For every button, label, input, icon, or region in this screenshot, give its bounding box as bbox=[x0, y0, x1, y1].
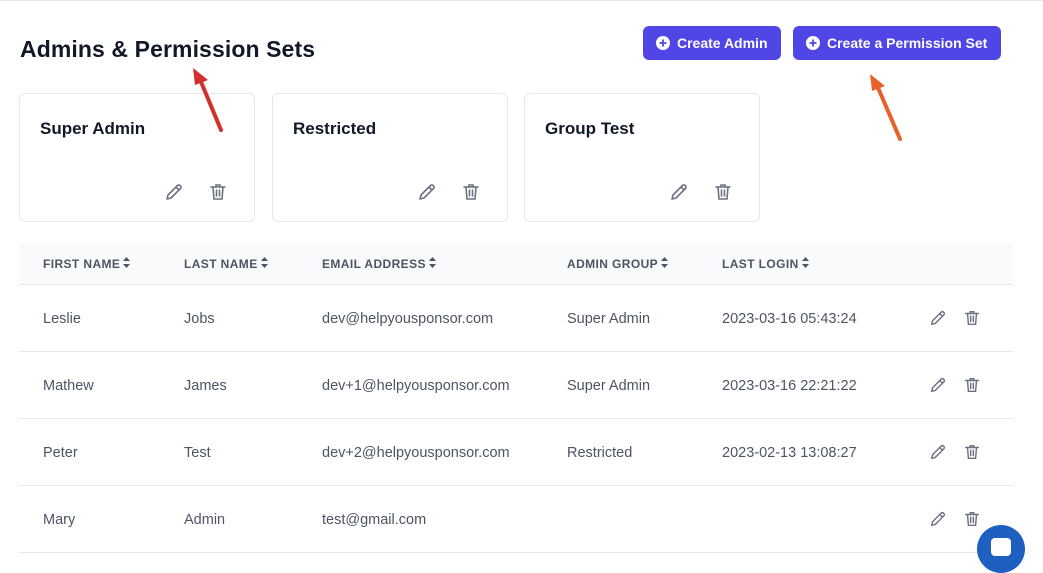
cell-last-name: Test bbox=[184, 445, 211, 461]
page-title: Admins & Permission Sets bbox=[20, 36, 316, 62]
pencil-icon[interactable] bbox=[929, 376, 947, 399]
orange-annotation-arrow bbox=[870, 74, 902, 141]
column-header-first-name[interactable]: FIRST NAME bbox=[43, 257, 131, 271]
permission-set-name: Restricted bbox=[293, 119, 377, 138]
cell-admin-group: Super Admin bbox=[567, 378, 651, 394]
cell-last-name: Admin bbox=[184, 512, 226, 528]
cell-first-name: Peter bbox=[43, 445, 78, 461]
table-row: Mathew James dev+1@helpyousponsor.com Su… bbox=[19, 352, 1013, 419]
column-header-admin-group[interactable]: ADMIN GROUP bbox=[567, 257, 669, 271]
pencil-icon[interactable] bbox=[669, 182, 689, 207]
pencil-icon[interactable] bbox=[164, 182, 184, 207]
cell-first-name: Mathew bbox=[43, 378, 94, 394]
sort-icon bbox=[661, 257, 669, 271]
table-row: Leslie Jobs dev@helpyousponsor.com Super… bbox=[19, 285, 1013, 352]
sort-icon bbox=[123, 257, 131, 271]
permission-set-card: Super Admin bbox=[19, 93, 255, 222]
pencil-icon[interactable] bbox=[929, 443, 947, 466]
trash-icon[interactable] bbox=[963, 309, 981, 332]
sort-icon bbox=[260, 257, 268, 271]
table-row: Peter Test dev+2@helpyousponsor.com Rest… bbox=[19, 419, 1013, 486]
trash-icon[interactable] bbox=[963, 443, 981, 466]
top-border bbox=[0, 0, 1043, 1]
pencil-icon[interactable] bbox=[929, 309, 947, 332]
trash-icon[interactable] bbox=[713, 182, 733, 207]
create-admin-label: Create Admin bbox=[677, 35, 768, 51]
column-header-last-login[interactable]: LAST LOGIN bbox=[722, 257, 809, 271]
cell-admin-group: Super Admin bbox=[567, 311, 651, 327]
cell-first-name: Leslie bbox=[43, 311, 81, 327]
pencil-icon[interactable] bbox=[929, 510, 947, 533]
permission-set-name: Super Admin bbox=[40, 119, 146, 138]
cell-last-name: Jobs bbox=[184, 311, 215, 327]
cell-email: test@gmail.com bbox=[322, 512, 427, 528]
cell-email: dev+1@helpyousponsor.com bbox=[322, 378, 510, 394]
trash-icon[interactable] bbox=[963, 510, 981, 533]
table-header: FIRST NAME LAST NAME EMAIL ADDRESS ADMIN… bbox=[19, 243, 1013, 285]
create-admin-button[interactable]: Create Admin bbox=[643, 26, 781, 60]
create-permission-set-label: Create a Permission Set bbox=[827, 35, 988, 51]
cell-first-name: Mary bbox=[43, 512, 76, 528]
column-header-last-name[interactable]: LAST NAME bbox=[184, 257, 268, 271]
sort-icon bbox=[801, 257, 809, 271]
permission-set-card: Restricted bbox=[272, 93, 508, 222]
sort-icon bbox=[428, 257, 436, 271]
permission-set-card: Group Test bbox=[524, 93, 760, 222]
cell-admin-group: Restricted bbox=[567, 445, 633, 461]
column-header-email[interactable]: EMAIL ADDRESS bbox=[322, 257, 436, 271]
trash-icon[interactable] bbox=[461, 182, 481, 207]
trash-icon[interactable] bbox=[963, 376, 981, 399]
chat-icon bbox=[991, 538, 1011, 556]
cell-email: dev@helpyousponsor.com bbox=[322, 311, 494, 327]
cell-email: dev+2@helpyousponsor.com bbox=[322, 445, 510, 461]
pencil-icon[interactable] bbox=[417, 182, 437, 207]
trash-icon[interactable] bbox=[208, 182, 228, 207]
cell-last-login: 2023-03-16 22:21:22 bbox=[722, 378, 857, 394]
permission-set-name: Group Test bbox=[545, 119, 635, 138]
create-permission-set-button[interactable]: Create a Permission Set bbox=[793, 26, 1001, 60]
cell-last-login: 2023-03-16 05:43:24 bbox=[722, 311, 857, 327]
chat-widget-button[interactable] bbox=[977, 525, 1025, 573]
cell-last-name: James bbox=[184, 378, 227, 394]
plus-circle-icon bbox=[806, 36, 820, 50]
cell-last-login: 2023-02-13 13:08:27 bbox=[722, 445, 857, 461]
table-row: Mary Admin test@gmail.com bbox=[19, 486, 1013, 553]
plus-circle-icon bbox=[656, 36, 670, 50]
